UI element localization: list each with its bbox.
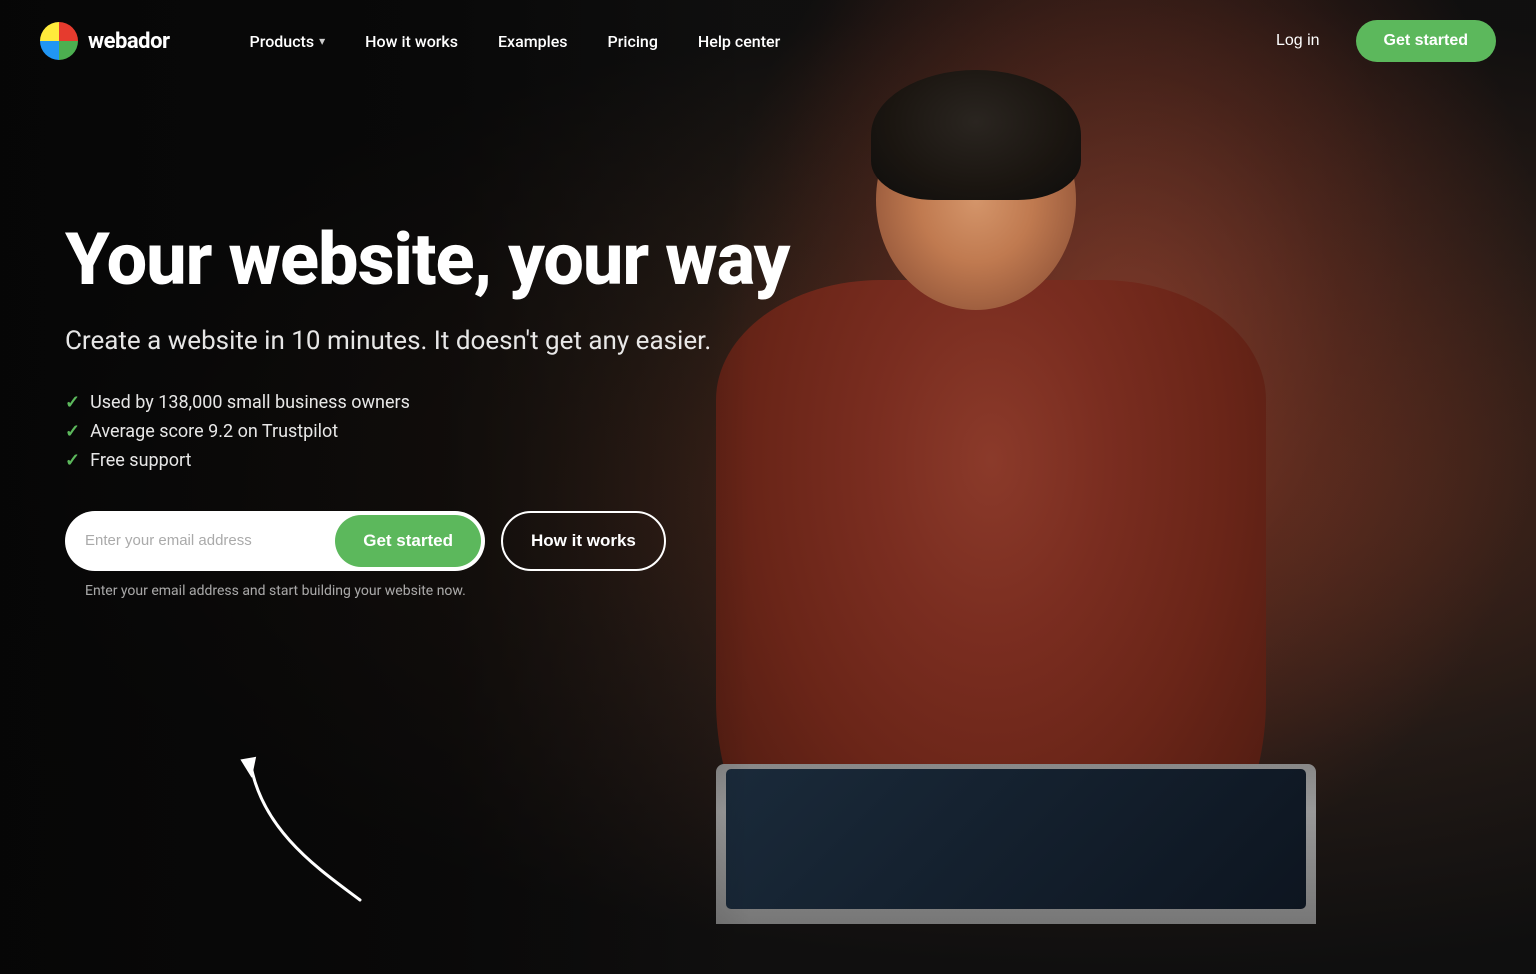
- nav-links: Products ▾ How it works Examples Pricing…: [230, 22, 1260, 61]
- navbar: webador Products ▾ How it works Examples…: [0, 0, 1536, 82]
- feature-item-1: ✓ Used by 138,000 small business owners: [65, 392, 789, 413]
- laptop-screen: [726, 769, 1306, 909]
- arrow-svg: [200, 750, 400, 910]
- hero-subtitle: Create a website in 10 minutes. It doesn…: [65, 323, 765, 359]
- decorative-arrow: [200, 750, 400, 914]
- nav-help-center[interactable]: Help center: [678, 22, 800, 61]
- nav-products[interactable]: Products ▾: [230, 22, 346, 61]
- chevron-down-icon: ▾: [319, 34, 325, 48]
- laptop: [716, 764, 1316, 924]
- feature-item-3: ✓ Free support: [65, 450, 789, 471]
- logo[interactable]: webador: [40, 22, 170, 60]
- nav-how-it-works[interactable]: How it works: [345, 22, 478, 61]
- check-icon-2: ✓: [65, 421, 80, 442]
- hero-title: Your website, your way: [65, 220, 789, 299]
- how-it-works-button[interactable]: How it works: [501, 511, 666, 571]
- person-hair: [871, 70, 1081, 200]
- logo-text: webador: [88, 29, 170, 54]
- cta-row: Get started How it works: [65, 511, 789, 571]
- logo-icon: [40, 22, 78, 60]
- email-input[interactable]: [65, 532, 331, 549]
- check-icon-1: ✓: [65, 392, 80, 413]
- hero-content: Your website, your way Create a website …: [65, 220, 789, 599]
- email-form: Get started: [65, 511, 485, 571]
- email-hint-text: Enter your email address and start build…: [85, 583, 789, 599]
- nav-pricing[interactable]: Pricing: [588, 22, 678, 61]
- login-button[interactable]: Log in: [1260, 24, 1336, 58]
- get-started-hero-button[interactable]: Get started: [335, 515, 481, 567]
- check-icon-3: ✓: [65, 450, 80, 471]
- hero-features-list: ✓ Used by 138,000 small business owners …: [65, 392, 789, 471]
- nav-examples[interactable]: Examples: [478, 22, 588, 61]
- get-started-nav-button[interactable]: Get started: [1356, 20, 1496, 62]
- nav-actions: Log in Get started: [1260, 20, 1496, 62]
- feature-item-2: ✓ Average score 9.2 on Trustpilot: [65, 421, 789, 442]
